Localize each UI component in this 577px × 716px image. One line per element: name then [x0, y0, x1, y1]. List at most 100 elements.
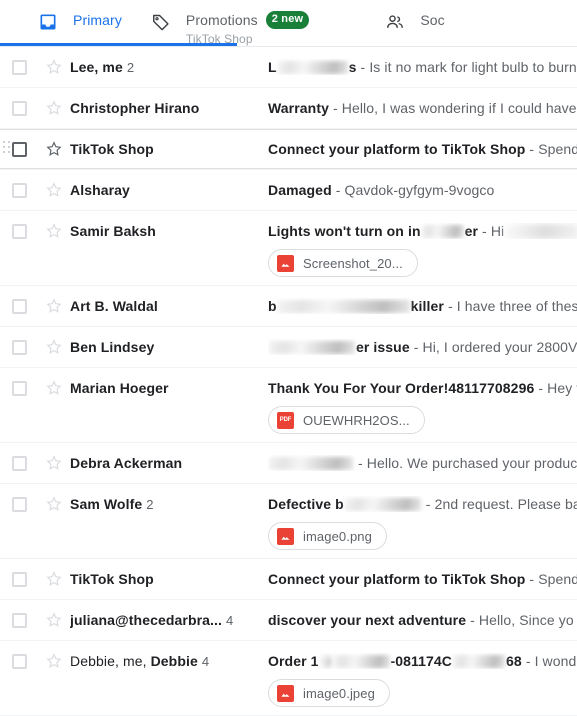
subject-snippet-separator: -	[422, 496, 435, 512]
select-checkbox[interactable]	[0, 340, 38, 355]
email-row[interactable]: Lee, me2Ls-Is it no mark for light bulb …	[0, 47, 577, 88]
redaction-block	[269, 341, 355, 354]
star-icon[interactable]	[38, 379, 70, 397]
email-subject: Order 1	[268, 653, 319, 669]
email-row[interactable]: Samir BakshLights won't turn on iner-Hi,…	[0, 211, 577, 286]
subject-cell: er issue-Hi, I ordered your 2800V bug	[268, 339, 577, 355]
sender-cell: Debbie, me, Debbie4	[70, 653, 268, 669]
subject-cell: discover your next adventure-Hello, Sinc…	[268, 612, 577, 628]
star-icon[interactable]	[38, 454, 70, 472]
attachment-name: image0.jpeg	[303, 686, 375, 701]
email-row[interactable]: Debbie, me, Debbie4Order 1-081174C68-I w…	[0, 641, 577, 716]
attachment-row: image0.jpeg	[0, 679, 577, 715]
sender-name: Debra Ackerman	[70, 455, 182, 471]
star-icon[interactable]	[38, 140, 70, 158]
sender-name: Ben Lindsey	[70, 339, 154, 355]
sender-cell: Lee, me2	[70, 59, 268, 75]
email-row-main[interactable]: Sam Wolfe2Defective b-2nd request. Pleas…	[0, 484, 577, 524]
image-file-icon	[277, 685, 294, 702]
category-tab-bar: Primary Promotions 2 new TikTok Shop	[0, 0, 577, 47]
email-row-main[interactable]: Art B. Waldalbkiller-I have three of the…	[0, 286, 577, 326]
subject-cell: Lights won't turn on iner-Hi, I	[268, 223, 577, 239]
email-row-main[interactable]: Debbie, me, Debbie4Order 1-081174C68-I w…	[0, 641, 577, 681]
email-snippet: Spend	[538, 141, 577, 157]
star-icon[interactable]	[38, 222, 70, 240]
sender-cell: Alsharay	[70, 182, 268, 198]
active-tab-indicator	[0, 43, 237, 46]
select-checkbox[interactable]	[0, 224, 38, 239]
email-row-main[interactable]: AlsharayDamaged-Qavdok-gyfgym-9vogco	[0, 170, 577, 210]
star-icon[interactable]	[38, 611, 70, 629]
email-row-main[interactable]: Ben Lindsey er issue-Hi, I ordered your 2…	[0, 327, 577, 367]
star-icon[interactable]	[38, 58, 70, 76]
select-checkbox[interactable]	[0, 456, 38, 471]
select-checkbox[interactable]	[0, 654, 38, 669]
star-icon[interactable]	[38, 495, 70, 513]
email-row[interactable]: Debra Ackerman-Hello. We purchased your …	[0, 443, 577, 484]
star-icon[interactable]	[38, 570, 70, 588]
attachment-chip[interactable]: Screenshot_20...	[268, 249, 418, 277]
pdf-file-icon: PDF	[277, 412, 294, 429]
email-row[interactable]: TikTok ShopConnect your platform to TikT…	[0, 129, 577, 170]
email-row-main[interactable]: Christopher HiranoWarranty-Hello, I was …	[0, 88, 577, 128]
email-row[interactable]: AlsharayDamaged-Qavdok-gyfgym-9vogco	[0, 170, 577, 211]
email-subject: Connect your platform to TikTok Shop	[268, 141, 525, 157]
email-row-main[interactable]: Debra Ackerman-Hello. We purchased your …	[0, 443, 577, 483]
email-row[interactable]: Sam Wolfe2Defective b-2nd request. Pleas…	[0, 484, 577, 559]
email-snippet: Hey t	[547, 380, 577, 396]
redaction-block	[334, 655, 390, 668]
star-icon[interactable]	[38, 338, 70, 356]
tab-primary[interactable]: Primary	[37, 0, 122, 46]
email-row[interactable]: Art B. Waldalbkiller-I have three of the…	[0, 286, 577, 327]
email-row-main[interactable]: Lee, me2Ls-Is it no mark for light bulb …	[0, 47, 577, 87]
email-row[interactable]: TikTok ShopConnect your platform to TikT…	[0, 559, 577, 600]
subject-snippet-separator: -	[444, 298, 457, 314]
subject-snippet-separator: -	[357, 59, 370, 75]
tab-social[interactable]: Soc	[384, 0, 444, 46]
subject-snippet-separator: -	[522, 653, 535, 669]
select-checkbox[interactable]	[0, 101, 38, 116]
attachment-chip[interactable]: PDFOUEWHRH2OS...	[268, 406, 425, 434]
subject-snippet-separator: -	[525, 571, 538, 587]
select-checkbox[interactable]	[0, 299, 38, 314]
subject-cell: Ls-Is it no mark for light bulb to burn …	[268, 59, 577, 75]
email-row-main[interactable]: Marian HoegerThank You For Your Order!48…	[0, 368, 577, 408]
email-row[interactable]: Ben Lindsey er issue-Hi, I ordered your 2…	[0, 327, 577, 368]
sender-name: Lee, me	[70, 59, 123, 75]
email-snippet: Hello, I was wondering if I could have	[342, 100, 577, 116]
tab-social-label: Soc	[420, 13, 444, 27]
email-row-main[interactable]: TikTok ShopConnect your platform to TikT…	[0, 559, 577, 599]
attachment-chip[interactable]: image0.jpeg	[268, 679, 390, 707]
subject-cell: Damaged-Qavdok-gyfgym-9vogco	[268, 182, 577, 198]
redaction-block	[278, 300, 410, 313]
email-subject: discover your next adventure	[268, 612, 466, 628]
select-checkbox[interactable]	[0, 381, 38, 396]
tab-promotions[interactable]: Promotions 2 new TikTok Shop	[150, 0, 309, 46]
star-icon[interactable]	[38, 297, 70, 315]
drag-handle-icon[interactable]	[3, 141, 13, 157]
attachment-chip[interactable]: image0.png	[268, 522, 387, 550]
tab-primary-label: Primary	[73, 13, 122, 27]
star-icon[interactable]	[38, 181, 70, 199]
email-row-main[interactable]: juliana@thecedarbra...4discover your nex…	[0, 600, 577, 640]
select-checkbox[interactable]	[0, 60, 38, 75]
email-row[interactable]: juliana@thecedarbra...4discover your nex…	[0, 600, 577, 641]
select-checkbox[interactable]	[0, 497, 38, 512]
email-subject: Defective b	[268, 496, 344, 512]
sender-name: Marian Hoeger	[70, 380, 169, 396]
subject-cell: Defective b-2nd request. Please bac	[268, 496, 577, 512]
select-checkbox[interactable]	[0, 572, 38, 587]
email-row-main[interactable]: TikTok ShopConnect your platform to TikT…	[0, 129, 577, 169]
email-row-main[interactable]: Samir BakshLights won't turn on iner-Hi,…	[0, 211, 577, 251]
email-subject: Warranty	[268, 100, 329, 116]
email-row[interactable]: Marian HoegerThank You For Your Order!48…	[0, 368, 577, 443]
email-snippet: Hello. We purchased your product	[367, 455, 577, 471]
inbox-icon	[37, 11, 59, 33]
select-checkbox[interactable]	[0, 613, 38, 628]
sender-name: Art B. Waldal	[70, 298, 158, 314]
star-icon[interactable]	[38, 99, 70, 117]
star-icon[interactable]	[38, 652, 70, 670]
select-checkbox[interactable]	[0, 183, 38, 198]
email-row[interactable]: Christopher HiranoWarranty-Hello, I was …	[0, 88, 577, 129]
redaction-block	[505, 224, 577, 239]
